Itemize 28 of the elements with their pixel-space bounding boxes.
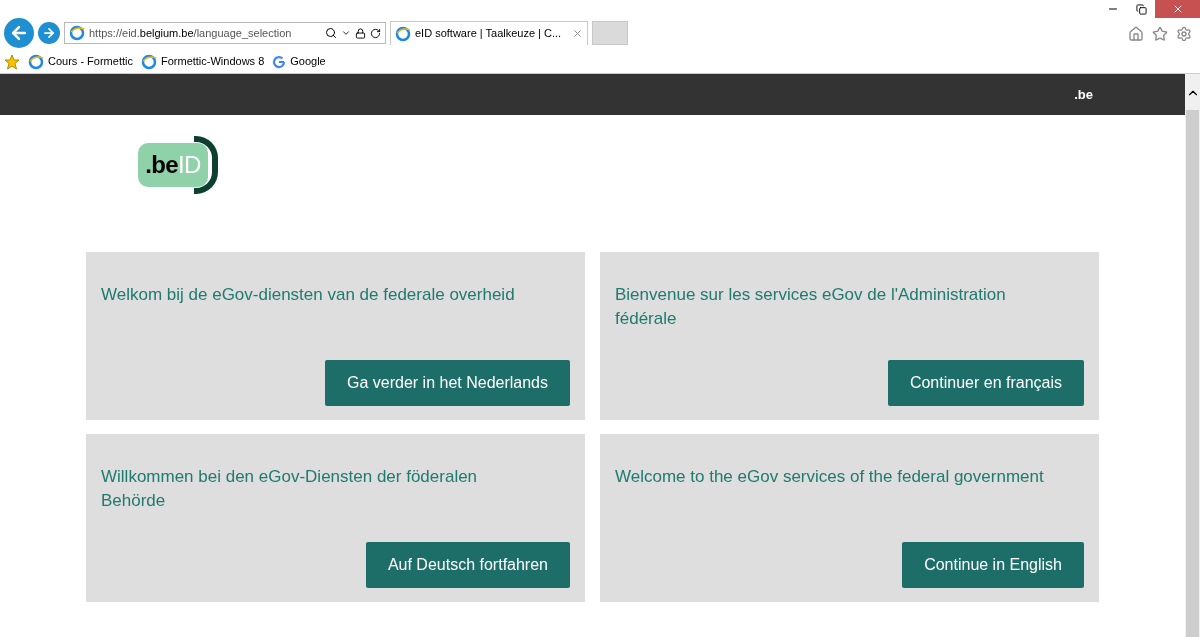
home-icon[interactable] <box>1128 26 1144 42</box>
browser-e-icon <box>140 53 157 70</box>
welcome-text: Willkommen bei den eGov-Diensten der föderalen Behörde <box>101 466 479 512</box>
favorites-link[interactable]: Formettic-Windows 8 <box>140 53 265 70</box>
restore-icon <box>1135 3 1147 15</box>
continue-button[interactable]: Ga verder in het Nederlands <box>325 360 570 406</box>
back-arrow-icon <box>9 23 29 43</box>
favorites-link[interactable]: Cours - Formettic <box>28 53 133 70</box>
favorites-star-icon[interactable] <box>1152 26 1168 42</box>
welcome-text: Welcome to the eGov services of the federal government <box>615 466 1045 488</box>
google-g-icon <box>272 54 287 69</box>
browser-tab[interactable]: eID software | Taalkeuze | C... <box>390 21 588 45</box>
browser-e-icon <box>28 53 44 70</box>
forward-button[interactable] <box>38 22 60 44</box>
welcome-text: Bienvenue sur les services eGov de l'Administration fédérale <box>615 284 1007 330</box>
browser-e-icon <box>395 25 411 42</box>
continue-button[interactable]: Auf Deutsch fortfahren <box>365 542 570 588</box>
continue-button[interactable]: Continue in English <box>902 542 1084 588</box>
continue-button[interactable]: Continuer en français <box>887 360 1084 406</box>
scrollbar[interactable] <box>1185 74 1200 637</box>
close-tab-icon[interactable] <box>572 28 583 39</box>
welcome-text: Welkom bij de eGov-diensten van de federale overheid <box>101 284 516 306</box>
back-button[interactable] <box>4 18 34 48</box>
forward-arrow-icon <box>42 26 56 40</box>
favorites-star-icon[interactable] <box>4 53 20 70</box>
settings-icon[interactable] <box>1176 26 1192 42</box>
header-brand[interactable]: .be <box>1074 84 1093 105</box>
favorites-link[interactable]: Google <box>272 53 326 70</box>
